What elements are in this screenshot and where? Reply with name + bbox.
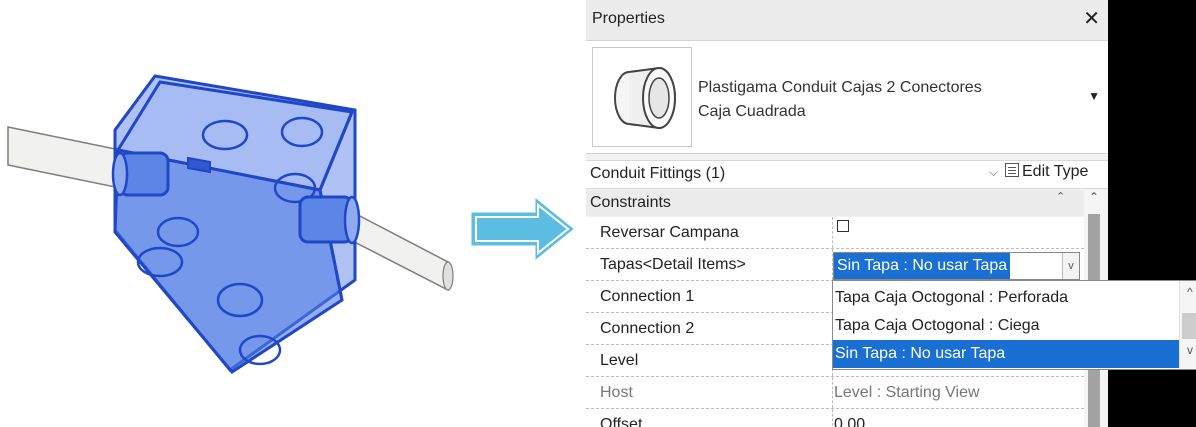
type-family-name: Plastigama Conduit Cajas 2 Conectores [698,79,982,96]
dropdown-option[interactable]: Tapa Caja Octogonal : Ciega [833,312,1179,340]
property-name: Host [600,384,633,401]
close-icon[interactable]: ✕ [1083,6,1100,31]
section-label: Constraints [590,194,671,211]
conduit-box-icon [7,74,454,374]
property-name: Connection 1 [600,288,695,305]
property-name: Tapas<Detail Items> [600,256,746,273]
combo-selected-value: Sin Tapa : No usar Tapa [834,253,1011,279]
edit-type-icon [1005,163,1019,177]
chevron-down-icon[interactable]: v [1062,253,1079,279]
dropdown-option[interactable]: Tapa Caja Octogonal : Perforada [833,284,1179,312]
collapse-icon[interactable]: ⌃ [1056,190,1065,203]
conduit-fitting-icon [592,47,692,147]
dropdown-option-selected[interactable]: Sin Tapa : No usar Tapa [833,340,1179,368]
tapas-combo[interactable]: Sin Tapa : No usar Tapa v [833,252,1080,280]
scroll-thumb[interactable] [1182,313,1196,339]
property-name: Level [600,352,639,369]
edit-type-label: Edit Type [1022,163,1089,180]
property-row: Offset 0.00 [586,409,1084,427]
property-name: Connection 2 [600,320,695,337]
scroll-up-icon[interactable]: ⌃ [1084,190,1104,212]
panel-titlebar: Properties ✕ [586,0,1108,41]
scroll-down-icon[interactable]: v [1180,343,1196,357]
panel-title: Properties [592,10,665,27]
property-value: Level : Starting View [834,384,980,401]
filter-label: Conduit Fittings (1) [590,165,726,182]
dropdown-scrollbar[interactable]: ^ v [1179,281,1196,369]
right-arrow-icon [468,193,578,265]
checkbox-icon[interactable] [837,220,849,232]
type-selector[interactable]: Plastigama Conduit Cajas 2 Conectores Ca… [586,41,1108,154]
edit-type-button[interactable]: Edit Type [1005,163,1088,185]
instance-filter[interactable]: Conduit Fittings (1) ⌵ Edit Type [586,160,1108,189]
property-row: Host Level : Starting View [586,377,1084,409]
section-constraints[interactable]: Constraints ⌃ [586,190,1084,216]
filter-chevron-icon[interactable]: ⌵ [989,165,998,180]
property-value[interactable]: 0.00 [834,416,865,427]
chevron-down-icon[interactable]: ▼ [1088,89,1100,103]
property-row: Tapas<Detail Items> Sin Tapa : No usar T… [586,249,1084,281]
tapas-dropdown-list: Tapa Caja Octogonal : Perforada Tapa Caj… [832,280,1196,370]
property-name: Reversar Campana [600,224,739,241]
scroll-up-icon[interactable]: ^ [1180,285,1196,299]
property-row: Reversar Campana [586,217,1084,249]
property-name: Offset [600,416,643,427]
type-name: Caja Cuadrada [698,103,806,120]
